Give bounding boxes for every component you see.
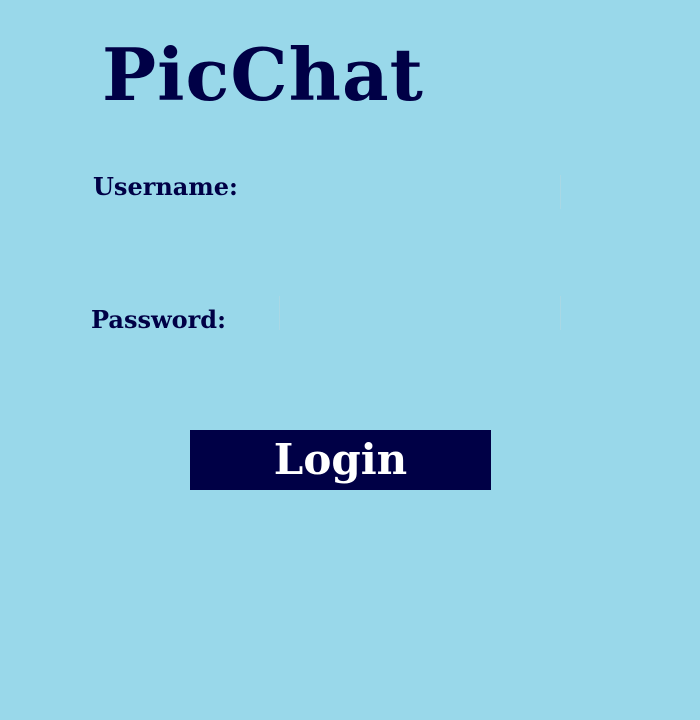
password-label: Password: <box>91 305 226 334</box>
password-input[interactable] <box>279 296 561 330</box>
username-label: Username: <box>93 172 238 201</box>
app-title: PicChat <box>102 32 424 117</box>
username-input[interactable] <box>279 175 561 209</box>
login-button[interactable]: Login <box>190 430 491 490</box>
